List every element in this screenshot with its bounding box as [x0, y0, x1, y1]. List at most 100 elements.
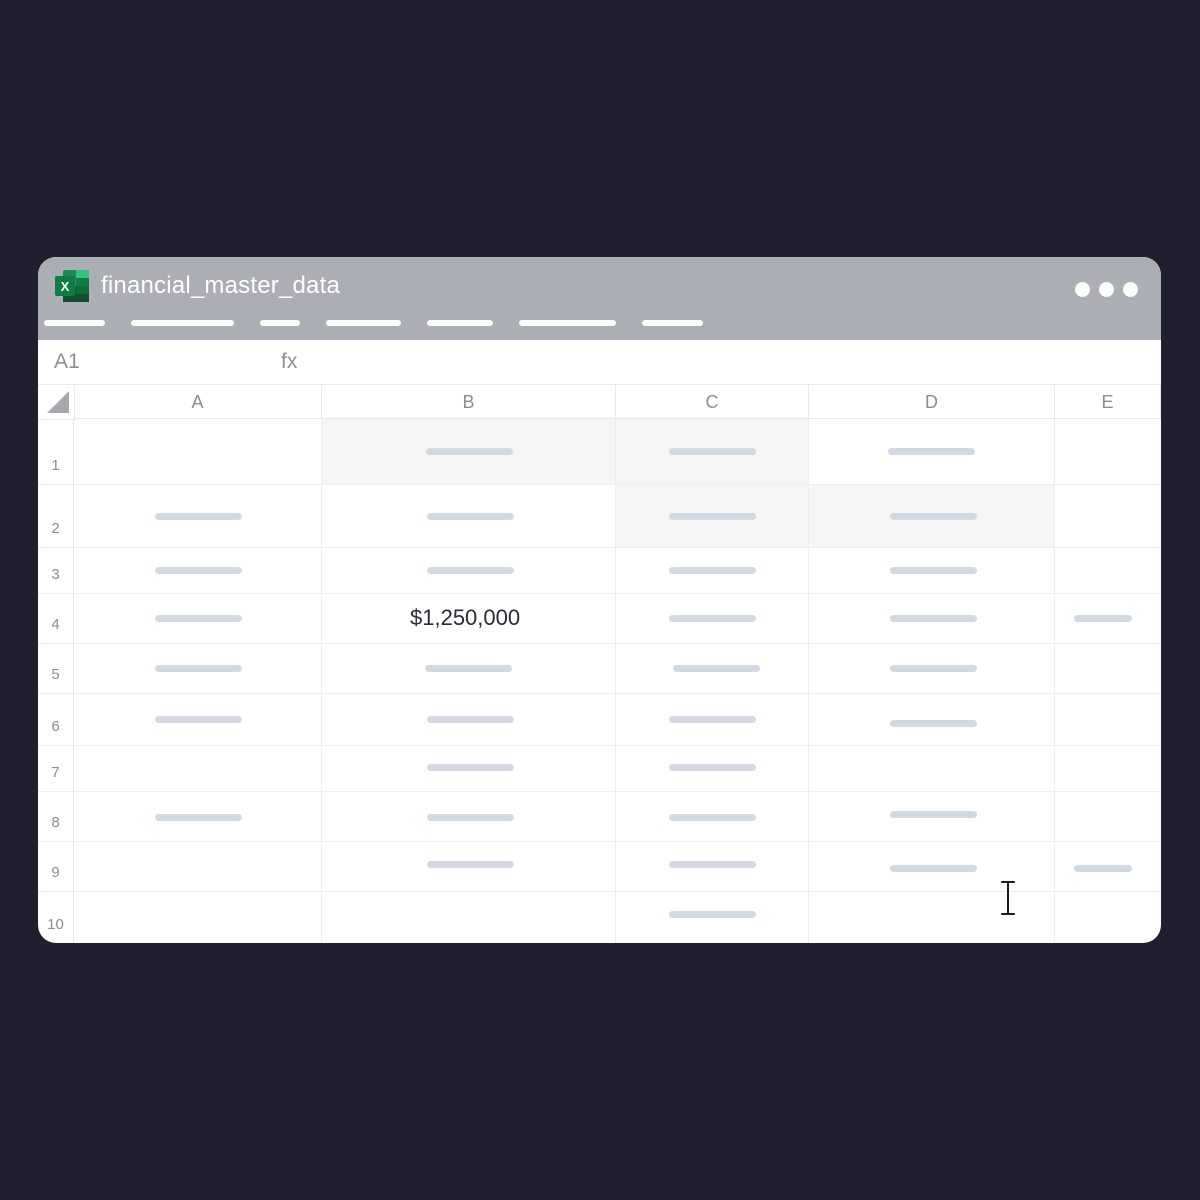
menu-item-placeholder[interactable] [427, 320, 493, 326]
cell-placeholder [427, 814, 514, 821]
cell-e8[interactable] [1055, 792, 1161, 842]
cell-c4[interactable] [616, 594, 809, 644]
column-header-d[interactable]: D [809, 385, 1055, 419]
cell-placeholder [890, 811, 977, 818]
cell-a8[interactable] [74, 792, 322, 842]
dot-icon [1099, 282, 1114, 297]
cell-b2[interactable] [322, 485, 616, 548]
cell-e1[interactable] [1055, 419, 1161, 485]
cell-b7[interactable] [322, 746, 616, 792]
cell-b10[interactable] [322, 892, 616, 943]
column-header-e[interactable]: E [1055, 385, 1161, 419]
row-header-7[interactable]: 7 [38, 746, 74, 792]
cell-placeholder [673, 665, 760, 672]
menu-bar [38, 320, 838, 326]
menu-item-placeholder[interactable] [260, 320, 300, 326]
cell-d1[interactable] [809, 419, 1055, 485]
cell-c9[interactable] [616, 842, 809, 892]
cell-a2[interactable] [74, 485, 322, 548]
cell-b4[interactable]: $1,250,000 [322, 594, 616, 644]
cell-placeholder [890, 513, 977, 520]
row-number: 5 [51, 666, 60, 683]
cell-e2[interactable] [1055, 485, 1161, 548]
cell-placeholder [669, 814, 756, 821]
cell-d10[interactable] [809, 892, 1055, 943]
cell-placeholder [427, 764, 514, 771]
cell-b3[interactable] [322, 548, 616, 594]
cell-placeholder [155, 665, 242, 672]
cell-b1[interactable] [322, 419, 616, 485]
cell-d2[interactable] [809, 485, 1055, 548]
name-box[interactable]: A1 [54, 350, 80, 374]
menu-item-placeholder[interactable] [131, 320, 234, 326]
cell-e6[interactable] [1055, 694, 1161, 746]
cell-placeholder [427, 716, 514, 723]
row-number: 6 [51, 718, 60, 735]
cell-d7[interactable] [809, 746, 1055, 792]
document-title: financial_master_data [101, 272, 341, 299]
select-all-button[interactable] [38, 385, 75, 420]
column-header-b[interactable]: B [322, 385, 616, 419]
row-header-6[interactable]: 6 [38, 694, 74, 746]
cell-d3[interactable] [809, 548, 1055, 594]
cell-placeholder [890, 720, 977, 727]
cell-e9[interactable] [1055, 842, 1161, 892]
cell-a6[interactable] [74, 694, 322, 746]
cell-e7[interactable] [1055, 746, 1161, 792]
cell-b5[interactable] [322, 644, 616, 694]
row-header-4[interactable]: 4 [38, 594, 74, 644]
cell-c2[interactable] [616, 485, 809, 548]
cell-d9[interactable] [809, 842, 1055, 892]
cell-c5[interactable] [616, 644, 809, 694]
cell-placeholder [669, 716, 756, 723]
column-header-c[interactable]: C [616, 385, 809, 419]
cell-d8[interactable] [809, 792, 1055, 842]
menu-item-placeholder[interactable] [326, 320, 401, 326]
row-header-10[interactable]: 10 [38, 892, 74, 943]
dot-icon [1075, 282, 1090, 297]
cell-c8[interactable] [616, 792, 809, 842]
cell-placeholder [427, 513, 514, 520]
fx-label: fx [281, 350, 298, 373]
cell-c7[interactable] [616, 746, 809, 792]
cell-placeholder [669, 567, 756, 574]
cell-a5[interactable] [74, 644, 322, 694]
menu-item-placeholder[interactable] [519, 320, 616, 326]
menu-item-placeholder[interactable] [642, 320, 703, 326]
cell-c6[interactable] [616, 694, 809, 746]
row-header-8[interactable]: 8 [38, 792, 74, 842]
cell-a9[interactable] [74, 842, 322, 892]
cell-b6[interactable] [322, 694, 616, 746]
cell-b9[interactable] [322, 842, 616, 892]
cell-a3[interactable] [74, 548, 322, 594]
window-menu-button[interactable] [1075, 282, 1138, 297]
cell-b8[interactable] [322, 792, 616, 842]
cell-c3[interactable] [616, 548, 809, 594]
cell-e10[interactable] [1055, 892, 1161, 943]
row-header-1[interactable]: 1 [38, 419, 74, 485]
sheet-grid: A B C D E 1 2 3 4 5 6 7 8 9 10 $1,250,00… [38, 385, 1161, 943]
cell-d6[interactable] [809, 694, 1055, 746]
row-header-3[interactable]: 3 [38, 548, 74, 594]
menu-item-placeholder[interactable] [44, 320, 105, 326]
row-header-2[interactable]: 2 [38, 485, 74, 548]
cell-placeholder [427, 861, 514, 868]
cell-e3[interactable] [1055, 548, 1161, 594]
cell-d5[interactable] [809, 644, 1055, 694]
cell-e5[interactable] [1055, 644, 1161, 694]
cell-e4[interactable] [1055, 594, 1161, 644]
row-header-9[interactable]: 9 [38, 842, 74, 892]
cell-placeholder [425, 665, 512, 672]
cell-placeholder [669, 615, 756, 622]
text-cursor-icon [999, 880, 1017, 916]
cell-d4[interactable] [809, 594, 1055, 644]
cell-a1[interactable] [74, 419, 322, 485]
cell-c1[interactable] [616, 419, 809, 485]
cell-a10[interactable] [74, 892, 322, 943]
cell-c10[interactable] [616, 892, 809, 943]
svg-text:X: X [61, 279, 70, 294]
cell-a4[interactable] [74, 594, 322, 644]
cell-a7[interactable] [74, 746, 322, 792]
column-header-a[interactable]: A [74, 385, 322, 419]
row-header-5[interactable]: 5 [38, 644, 74, 694]
